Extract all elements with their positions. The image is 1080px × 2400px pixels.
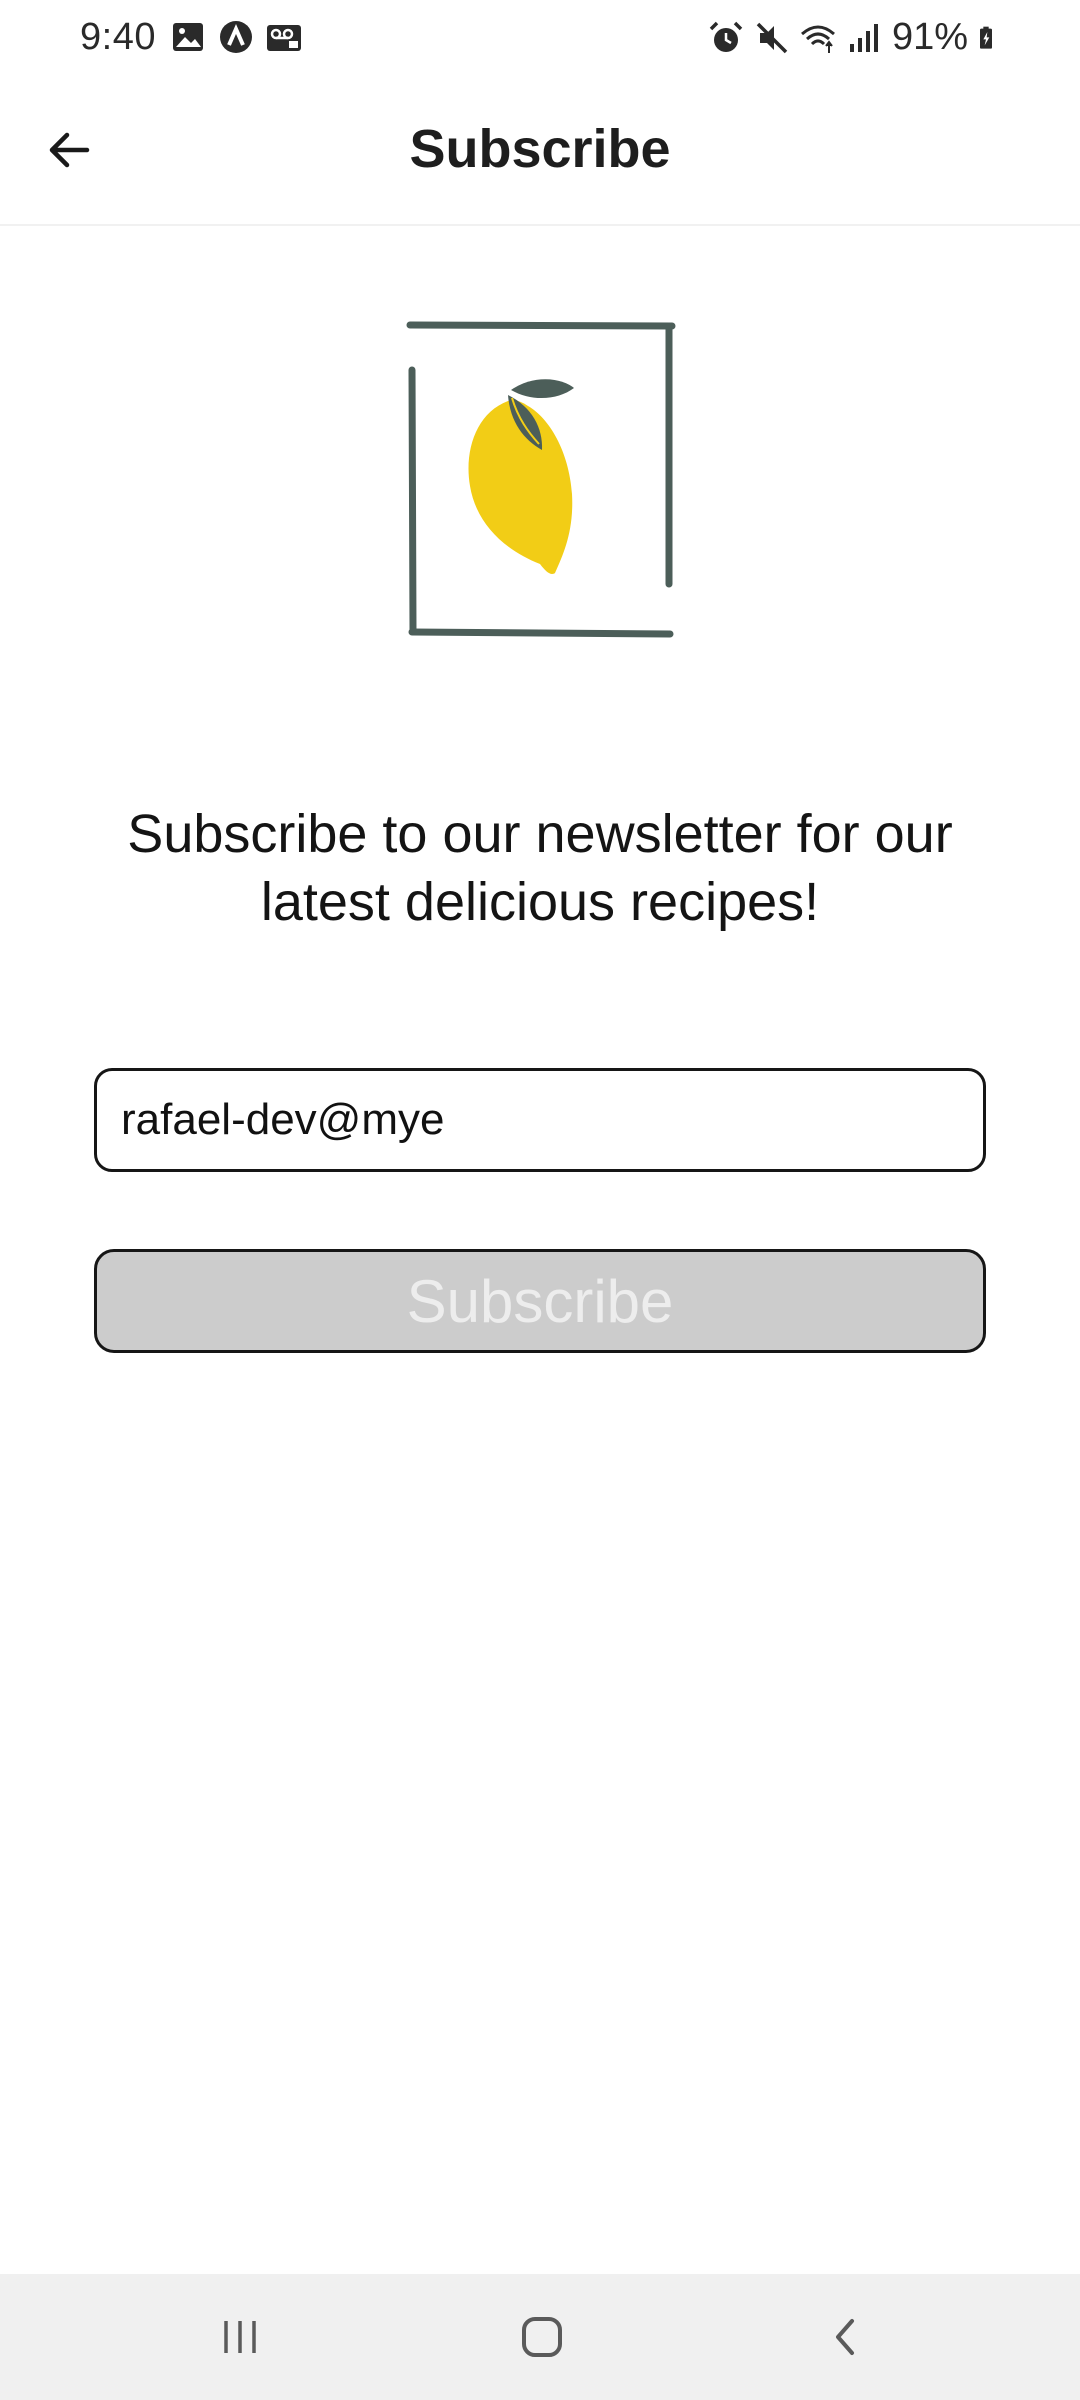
- back-icon: [836, 2319, 854, 2355]
- subscribe-screen: 9:40 91% Subscribe Subscribe to our news…: [0, 0, 1080, 2400]
- battery-percent: 91%: [891, 16, 968, 58]
- page-title: Subscribe: [409, 119, 671, 179]
- status-right-icons: 91%: [708, 16, 1002, 59]
- signal-icon: [849, 23, 878, 52]
- wifi-icon: [800, 25, 835, 53]
- subscribe-button[interactable]: Subscribe: [94, 1249, 986, 1353]
- app-bar: Subscribe: [0, 76, 1080, 226]
- system-nav-bar: [0, 2274, 1080, 2400]
- recent-apps-icon: [224, 2321, 256, 2353]
- battery-charging-icon: [980, 26, 992, 49]
- home-button[interactable]: [502, 2304, 582, 2370]
- lemon-logo: [406, 321, 676, 638]
- app-a-icon: [220, 21, 252, 53]
- alarm-icon: [709, 21, 743, 52]
- newsletter-headline: Subscribe to our newsletter for our late…: [127, 804, 953, 932]
- email-field[interactable]: [94, 1068, 986, 1172]
- home-icon: [522, 2317, 562, 2357]
- voicemail-icon: [267, 25, 301, 51]
- mute-icon: [756, 22, 788, 53]
- status-bar: 9:40 91%: [0, 0, 1080, 76]
- status-time: 9:40: [80, 16, 156, 58]
- recent-apps-button[interactable]: [200, 2304, 280, 2370]
- status-left-icons: [170, 19, 302, 55]
- image-icon: [173, 23, 203, 51]
- system-back-button[interactable]: [806, 2304, 886, 2370]
